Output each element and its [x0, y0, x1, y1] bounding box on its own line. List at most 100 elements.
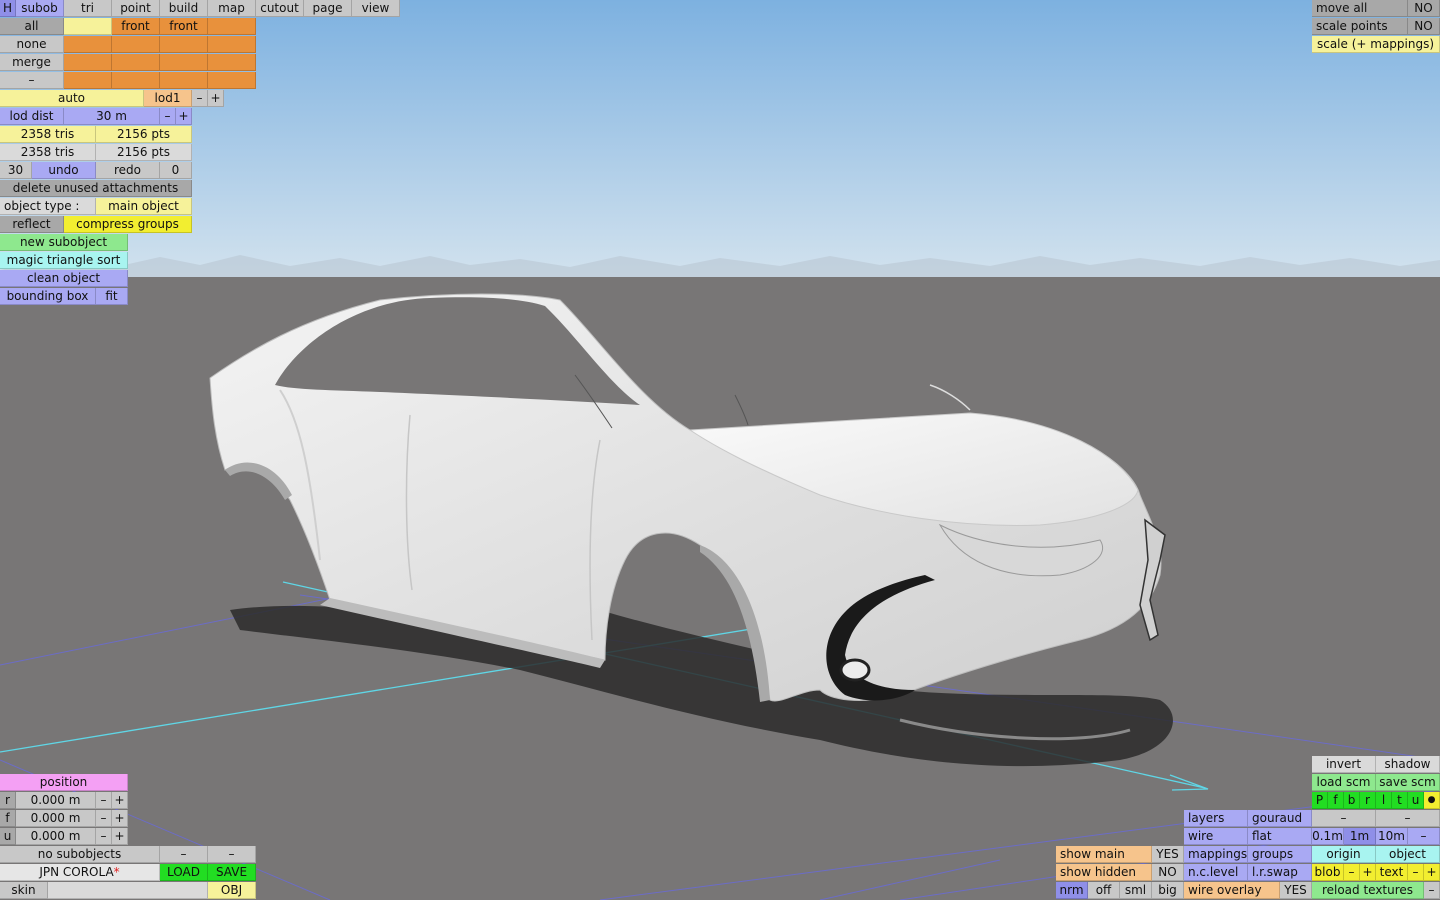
dash-button[interactable]: – — [0, 72, 64, 89]
tab-cutout[interactable]: cutout — [256, 0, 304, 17]
axis-f-minus[interactable]: – — [96, 810, 112, 827]
select-all-button[interactable]: all — [0, 18, 64, 35]
mappings-button[interactable]: mappings — [1184, 846, 1248, 863]
lod-dist-minus[interactable]: – — [160, 108, 176, 125]
new-subobject-button[interactable]: new subobject — [0, 234, 128, 251]
shadow-button[interactable]: shadow — [1376, 756, 1440, 773]
text-plus-button[interactable]: + — [1424, 864, 1440, 881]
tab-map[interactable]: map — [208, 0, 256, 17]
position-header[interactable]: position — [0, 774, 128, 791]
reload-minus-button[interactable]: – — [1424, 882, 1440, 899]
load-button[interactable]: LOAD — [160, 864, 208, 881]
axis-u-minus[interactable]: – — [96, 828, 112, 845]
wire-button[interactable]: wire — [1184, 828, 1248, 845]
step-dash-2[interactable]: – — [1376, 810, 1440, 827]
subob-slot[interactable] — [64, 36, 112, 53]
tab-point[interactable]: point — [112, 0, 160, 17]
lod-level[interactable]: lod1 — [144, 90, 192, 107]
model-name[interactable]: JPN COROLA* — [0, 864, 160, 881]
subob-slot[interactable] — [208, 36, 256, 53]
subob-dash-2[interactable]: – — [208, 846, 256, 863]
move-all-label[interactable]: move all — [1312, 0, 1408, 17]
reflect-button[interactable]: reflect — [0, 216, 64, 233]
select-none-button[interactable]: none — [0, 36, 64, 53]
subob-slot[interactable] — [112, 72, 160, 89]
clean-object-button[interactable]: clean object — [0, 270, 128, 287]
step-1m-button[interactable]: 1m — [1344, 828, 1376, 845]
blob-minus-button[interactable]: – — [1344, 864, 1360, 881]
flat-button[interactable]: flat — [1248, 828, 1312, 845]
subob-dash-1[interactable]: – — [160, 846, 208, 863]
obj-button[interactable]: OBJ — [208, 882, 256, 899]
subob-front-2[interactable]: front — [160, 18, 208, 35]
subob-slot[interactable] — [208, 54, 256, 71]
view-u-button[interactable]: u — [1408, 792, 1424, 809]
wire-overlay-label[interactable]: wire overlay — [1184, 882, 1280, 899]
scale-points-label[interactable]: scale points — [1312, 18, 1408, 35]
axis-f-value[interactable]: 0.000 m — [16, 810, 96, 827]
size-sml-button[interactable]: sml — [1120, 882, 1152, 899]
wire-overlay-value[interactable]: YES — [1280, 882, 1312, 899]
compress-groups-button[interactable]: compress groups — [64, 216, 192, 233]
merge-button[interactable]: merge — [0, 54, 64, 71]
lod-auto-button[interactable]: auto — [0, 90, 144, 107]
object-button[interactable]: object — [1376, 846, 1440, 863]
lod-minus-button[interactable]: – — [192, 90, 208, 107]
size-big-button[interactable]: big — [1152, 882, 1184, 899]
size-off-button[interactable]: off — [1088, 882, 1120, 899]
magic-triangle-sort-button[interactable]: magic triangle sort — [0, 252, 128, 269]
tab-h[interactable]: H — [0, 0, 16, 17]
tab-tri[interactable]: tri — [64, 0, 112, 17]
view-l-button[interactable]: l — [1376, 792, 1392, 809]
axis-r-plus[interactable]: + — [112, 792, 128, 809]
load-scm-button[interactable]: load scm — [1312, 774, 1376, 791]
axis-r-value[interactable]: 0.000 m — [16, 792, 96, 809]
origin-button[interactable]: origin — [1312, 846, 1376, 863]
undo-button[interactable]: undo — [32, 162, 96, 179]
nc-level-button[interactable]: n.c.level — [1184, 864, 1248, 881]
save-button[interactable]: SAVE — [208, 864, 256, 881]
redo-button[interactable]: redo — [96, 162, 160, 179]
lod-dist-value[interactable]: 30 m — [64, 108, 160, 125]
tab-view[interactable]: view — [352, 0, 400, 17]
subob-slot[interactable] — [160, 54, 208, 71]
tab-page[interactable]: page — [304, 0, 352, 17]
step-minus-button[interactable]: – — [1408, 828, 1440, 845]
scale-mappings-button[interactable]: scale (+ mappings) — [1312, 36, 1440, 53]
subob-slot[interactable] — [64, 18, 112, 35]
fit-button[interactable]: fit — [96, 288, 128, 305]
groups-button[interactable]: groups — [1248, 846, 1312, 863]
move-all-value[interactable]: NO — [1408, 0, 1440, 17]
object-type-value[interactable]: main object — [96, 198, 192, 215]
tab-build[interactable]: build — [160, 0, 208, 17]
subob-front-1[interactable]: front — [112, 18, 160, 35]
axis-u-value[interactable]: 0.000 m — [16, 828, 96, 845]
view-t-button[interactable]: t — [1392, 792, 1408, 809]
gouraud-button[interactable]: gouraud — [1248, 810, 1312, 827]
save-scm-button[interactable]: save scm — [1376, 774, 1440, 791]
view-f-button[interactable]: f — [1328, 792, 1344, 809]
view-p-button[interactable]: P — [1312, 792, 1328, 809]
subob-slot[interactable] — [208, 72, 256, 89]
step-dash-1[interactable]: – — [1312, 810, 1376, 827]
subob-slot[interactable] — [160, 36, 208, 53]
text-minus-button[interactable]: – — [1408, 864, 1424, 881]
subob-slot[interactable] — [160, 72, 208, 89]
show-hidden-label[interactable]: show hidden — [1056, 864, 1152, 881]
size-nrm-button[interactable]: nrm — [1056, 882, 1088, 899]
layers-button[interactable]: layers — [1184, 810, 1248, 827]
show-main-label[interactable]: show main — [1056, 846, 1152, 863]
blob-plus-button[interactable]: + — [1360, 864, 1376, 881]
delete-unused-attachments-button[interactable]: delete unused attachments — [0, 180, 192, 197]
view-dot-button[interactable]: ● — [1424, 792, 1440, 809]
step-10m-button[interactable]: 10m — [1376, 828, 1408, 845]
subob-slot[interactable] — [112, 36, 160, 53]
show-main-value[interactable]: YES — [1152, 846, 1184, 863]
step-0-1m-button[interactable]: 0.1m — [1312, 828, 1344, 845]
axis-f-plus[interactable]: + — [112, 810, 128, 827]
subob-slot[interactable] — [64, 72, 112, 89]
bounding-box-button[interactable]: bounding box — [0, 288, 96, 305]
reload-textures-button[interactable]: reload textures — [1312, 882, 1424, 899]
text-button[interactable]: text — [1376, 864, 1408, 881]
show-hidden-value[interactable]: NO — [1152, 864, 1184, 881]
